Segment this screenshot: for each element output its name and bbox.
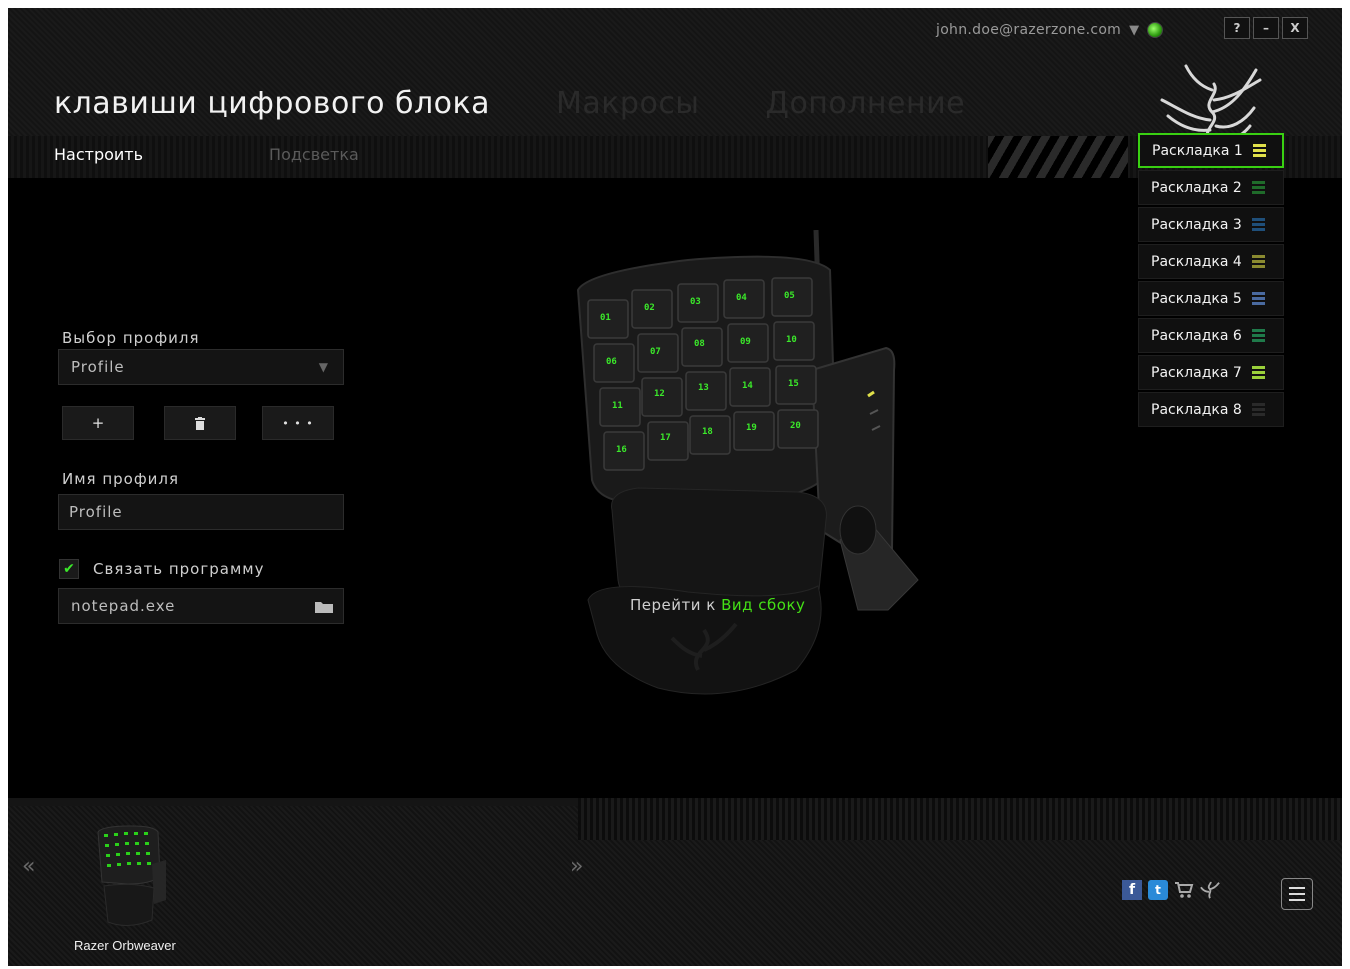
- layout-label: Раскладка 2: [1151, 179, 1242, 196]
- cart-icon[interactable]: [1174, 880, 1194, 900]
- profile-name-label: Имя профиля: [62, 470, 180, 488]
- layout-label: Раскладка 6: [1151, 327, 1242, 344]
- key-label-04: 04: [736, 293, 747, 303]
- layout-label: Раскладка 8: [1151, 401, 1242, 418]
- footer-edge: [8, 798, 578, 806]
- link-program-checkbox[interactable]: ✔: [59, 559, 79, 579]
- layout-label: Раскладка 3: [1151, 216, 1242, 233]
- side-view-link[interactable]: Вид сбоку: [721, 596, 805, 614]
- layout-list: Раскладка 1 Раскладка 2 Раскладка 3 Раск…: [1138, 133, 1284, 429]
- account-email[interactable]: john.doe@razerzone.com: [936, 22, 1121, 38]
- key-label-09: 09: [740, 337, 751, 347]
- account-dropdown-icon[interactable]: ▼: [1129, 23, 1139, 38]
- layout-color-icon: [1251, 329, 1265, 342]
- key-label-20: 20: [790, 421, 801, 431]
- close-button[interactable]: X: [1282, 17, 1308, 39]
- profile-name-input[interactable]: Profile: [58, 494, 344, 530]
- device-name: Razer Orbweaver: [74, 938, 176, 953]
- layout-item-3[interactable]: Раскладка 3: [1138, 207, 1284, 242]
- tab-keypad-keys[interactable]: клавиши цифрового блока: [54, 86, 490, 121]
- next-device-icon[interactable]: »: [570, 854, 583, 879]
- chevron-down-icon: ▼: [318, 360, 329, 374]
- layout-item-8[interactable]: Раскладка 8: [1138, 392, 1284, 427]
- more-options-button[interactable]: • • •: [262, 406, 334, 440]
- key-label-15: 15: [788, 379, 799, 389]
- view-switch-prefix: Перейти к: [630, 596, 716, 614]
- footer-stripe: [578, 798, 1342, 840]
- layout-label: Раскладка 5: [1151, 290, 1242, 307]
- key-label-12: 12: [654, 389, 665, 399]
- synapse-window: john.doe@razerzone.com ▼ ? – X клавиши ц…: [8, 8, 1342, 966]
- key-label-18: 18: [702, 427, 713, 437]
- account-area: john.doe@razerzone.com ▼: [936, 18, 1164, 42]
- view-switch: Перейти к Вид сбоку: [630, 596, 805, 614]
- key-label-07: 07: [650, 347, 661, 357]
- key-label-14: 14: [742, 381, 753, 391]
- layout-color-icon: [1252, 144, 1266, 157]
- twitter-icon[interactable]: t: [1148, 880, 1168, 900]
- profile-select-label: Выбор профиля: [62, 329, 200, 347]
- layout-item-7[interactable]: Раскладка 7: [1138, 355, 1284, 390]
- delete-profile-button[interactable]: [164, 406, 236, 440]
- subtab-lighting[interactable]: Подсветка: [269, 145, 359, 164]
- keypad-keys: [587, 277, 819, 471]
- program-path-value: notepad.exe: [71, 597, 176, 615]
- facebook-icon[interactable]: f: [1122, 880, 1142, 900]
- main-tabs: клавиши цифрового блока Макросы Дополнен…: [54, 86, 965, 121]
- online-status-icon: [1147, 22, 1164, 38]
- decorative-stripes: [988, 136, 1128, 178]
- help-button[interactable]: ?: [1224, 17, 1250, 39]
- layout-color-icon: [1251, 292, 1265, 305]
- layout-label: Раскладка 4: [1151, 253, 1242, 270]
- window-controls: ? – X: [1224, 17, 1308, 39]
- main-menu-button[interactable]: [1281, 878, 1313, 910]
- tab-macros[interactable]: Макросы: [556, 86, 699, 121]
- layout-item-5[interactable]: Раскладка 5: [1138, 281, 1284, 316]
- trash-icon: [195, 416, 205, 430]
- key-label-05: 05: [784, 291, 795, 301]
- layout-item-2[interactable]: Раскладка 2: [1138, 170, 1284, 205]
- tab-extras[interactable]: Дополнение: [766, 86, 966, 121]
- add-profile-button[interactable]: +: [62, 406, 134, 440]
- program-path-input[interactable]: notepad.exe: [58, 588, 344, 624]
- prev-device-icon[interactable]: «: [22, 854, 35, 879]
- key-label-03: 03: [690, 297, 701, 307]
- layout-color-icon: [1251, 255, 1265, 268]
- key-label-08: 08: [694, 339, 705, 349]
- razer-community-icon[interactable]: [1200, 880, 1220, 900]
- folder-icon[interactable]: [315, 600, 333, 613]
- layout-color-icon: [1251, 181, 1265, 194]
- layout-item-1[interactable]: Раскладка 1: [1138, 133, 1284, 168]
- layout-label: Раскладка 1: [1152, 142, 1243, 159]
- layout-item-4[interactable]: Раскладка 4: [1138, 244, 1284, 279]
- link-program-label: Связать программу: [93, 560, 265, 578]
- key-label-16: 16: [616, 445, 627, 455]
- key-label-11: 11: [612, 401, 623, 411]
- key-label-06: 06: [606, 357, 617, 367]
- profile-dropdown[interactable]: Profile ▼: [58, 349, 344, 385]
- layout-color-icon: [1251, 403, 1265, 416]
- minimize-button[interactable]: –: [1253, 17, 1279, 39]
- subtab-customize[interactable]: Настроить: [54, 145, 143, 164]
- key-label-13: 13: [698, 383, 709, 393]
- key-label-01: 01: [600, 313, 611, 323]
- layout-label: Раскладка 7: [1151, 364, 1242, 381]
- device-image-orbweaver: 01 02 03 04 05 06 07 08 09 10 11 12 13 1…: [576, 230, 919, 695]
- key-label-02: 02: [644, 303, 655, 313]
- key-label-17: 17: [660, 433, 671, 443]
- profile-dropdown-value: Profile: [71, 358, 125, 376]
- sub-tabs: Настроить Подсветка: [54, 145, 359, 164]
- device-thumbnail[interactable]: [92, 824, 168, 930]
- layout-color-icon: [1251, 366, 1265, 379]
- layout-color-icon: [1251, 218, 1265, 231]
- social-links: f t: [1122, 880, 1220, 900]
- key-label-10: 10: [786, 335, 797, 345]
- layout-item-6[interactable]: Раскладка 6: [1138, 318, 1284, 353]
- key-label-19: 19: [746, 423, 757, 433]
